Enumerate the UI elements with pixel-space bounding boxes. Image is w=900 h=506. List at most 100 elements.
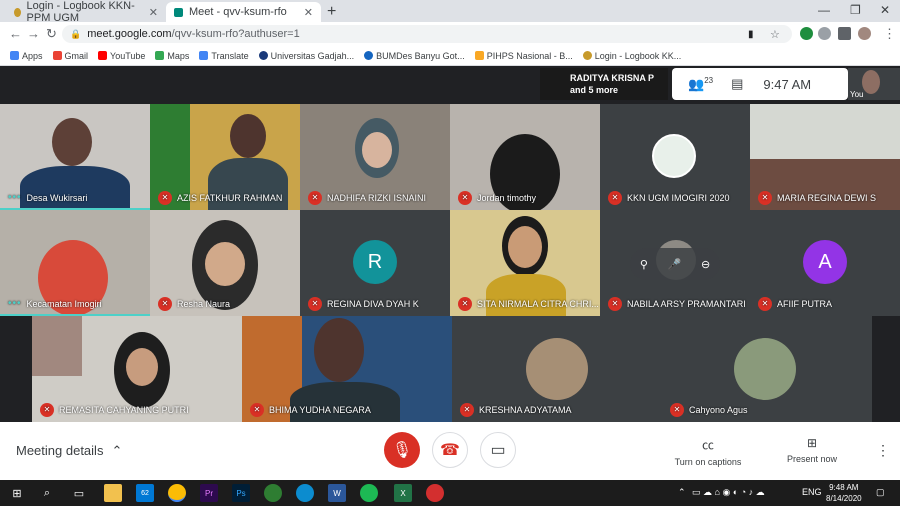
- windows-start-icon[interactable]: ⊞: [8, 484, 26, 502]
- taskbar-date: 8/14/2020: [826, 494, 862, 503]
- participant-name: ✕ REGINA DIVA DYAH K: [308, 297, 419, 311]
- menu-icon[interactable]: ⋮: [883, 26, 896, 42]
- url-field[interactable]: 🔒 meet.google.com/qvv-ksum-rfo?authuser=…: [62, 25, 792, 43]
- close-icon[interactable]: ✕: [304, 6, 313, 19]
- task-view-icon[interactable]: ▭: [70, 484, 88, 502]
- tab-logbook[interactable]: Login - Logbook KKN-PPM UGM ✕: [6, 0, 166, 24]
- favicon-icon: [14, 7, 21, 17]
- participant-tile[interactable]: ✕ Cahyono Agus: [662, 316, 872, 422]
- bookmark-ugm[interactable]: Universitas Gadjah...: [258, 51, 354, 61]
- mail-icon[interactable]: 62: [136, 484, 154, 502]
- language-indicator[interactable]: ENG: [802, 487, 822, 497]
- participant-tile[interactable]: ••• Desa Wukirsari: [0, 104, 150, 210]
- participant-tile[interactable]: ✕ KKN UGM IMOGIRI 2020: [600, 104, 750, 210]
- ugm-icon: [258, 51, 268, 60]
- search-icon[interactable]: ⌕: [38, 484, 56, 502]
- camera-indicator-icon[interactable]: ▮: [748, 29, 754, 40]
- initial-avatar: A: [803, 240, 847, 284]
- profile-avatar[interactable]: [858, 27, 871, 40]
- new-tab-button[interactable]: +: [327, 3, 336, 21]
- forward-icon[interactable]: →: [27, 26, 40, 41]
- participant-tile[interactable]: ✕ BHIMA YUDHA NEGARA: [242, 316, 452, 422]
- close-window-icon[interactable]: ✕: [880, 3, 890, 17]
- photoshop-icon[interactable]: Ps: [232, 484, 250, 502]
- people-icon: 👥: [688, 76, 705, 92]
- bookmark-youtube[interactable]: YouTube: [98, 51, 145, 61]
- participant-tile[interactable]: ✕ REMASITA CAHYANING PUTRI: [32, 316, 242, 422]
- word-icon[interactable]: W: [328, 484, 346, 502]
- meeting-details-label: Meeting details: [16, 443, 104, 458]
- bookmark-translate[interactable]: Translate: [199, 51, 249, 61]
- tray-chevron-icon[interactable]: ⌃: [678, 487, 686, 498]
- self-view[interactable]: You: [848, 68, 900, 100]
- participant-tile[interactable]: ✕ Jordan timothy: [450, 104, 600, 210]
- edge-icon[interactable]: [296, 484, 314, 502]
- file-explorer-icon[interactable]: [104, 484, 122, 502]
- participant-video: [126, 348, 158, 386]
- participant-tile[interactable]: ✕ MARIA REGINA DEWI S: [750, 104, 900, 210]
- camera-icon: ▭: [490, 442, 506, 459]
- participant-tile[interactable]: ••• Kecamatan Imogiri: [0, 210, 150, 316]
- participant-tile[interactable]: ✕ SITA NIRMALA CITRA CHRI...: [450, 210, 600, 316]
- mute-icon[interactable]: 🎤: [668, 258, 682, 271]
- extension-icon[interactable]: [818, 27, 831, 40]
- participant-tile[interactable]: ✕ AZIS FATKHUR RAHMAN: [150, 104, 300, 210]
- mic-off-icon: ✕: [458, 297, 472, 311]
- bookmark-gmail[interactable]: Gmail: [52, 51, 88, 61]
- tray-icons[interactable]: ▭ ☁ ⌂ ◉ ◐ ◔ ♪ ☁: [692, 487, 765, 498]
- back-icon[interactable]: ←: [9, 26, 22, 41]
- more-options-icon[interactable]: ⋮: [876, 442, 890, 459]
- self-avatar: [862, 70, 880, 94]
- taskbar-time: 9:48 AM: [829, 483, 859, 492]
- spotify-icon[interactable]: [360, 484, 378, 502]
- minimize-icon[interactable]: —: [818, 3, 830, 17]
- notification-icon[interactable]: ▢: [876, 487, 885, 498]
- youtube-icon: [98, 51, 108, 60]
- captions-button[interactable]: ㏄ Turn on captions: [672, 436, 744, 467]
- puzzle-icon[interactable]: [838, 27, 851, 40]
- bookmark-bumdes[interactable]: BUMDes Banyu Got...: [364, 51, 465, 61]
- restore-icon[interactable]: ❐: [850, 3, 861, 17]
- participant-tile[interactable]: ✕ NADHIFA RIZKI ISNAINI: [300, 104, 450, 210]
- leave-call-button[interactable]: ☎: [432, 432, 468, 468]
- meeting-details-button[interactable]: Meeting details ⌃: [16, 443, 122, 459]
- participant-tile[interactable]: ✕ KRESHNA ADYATAMA: [452, 316, 662, 422]
- kkn-logo-avatar: [652, 134, 696, 178]
- url-host: meet.google.com: [87, 28, 172, 40]
- bookmark-apps[interactable]: Apps: [10, 51, 43, 61]
- participant-tile[interactable]: ⚲ 🎤 ⊖ ✕ NABILA ARSY PRAMANTARI: [600, 210, 750, 316]
- premiere-icon[interactable]: Pr: [200, 484, 218, 502]
- star-icon[interactable]: ☆: [770, 28, 780, 41]
- presenting-indicator[interactable]: RADITYA KRISNA P and 5 more: [540, 68, 668, 100]
- participant-tile[interactable]: A ✕ AFIIF PUTRA: [750, 210, 900, 316]
- extension-icon[interactable]: [800, 27, 813, 40]
- present-now-button[interactable]: ⊞ Present now: [780, 436, 844, 464]
- people-button[interactable]: 👥23: [688, 76, 713, 92]
- participant-tile[interactable]: ✕ Resha Naura: [150, 210, 300, 316]
- chrome-icon[interactable]: [168, 484, 186, 502]
- mic-toggle-button[interactable]: 🎙: [384, 432, 420, 468]
- apps-icon: [10, 51, 19, 60]
- bookmark-pihps[interactable]: PIHPS Nasional - B...: [474, 51, 573, 61]
- tile-hover-controls: ⚲ 🎤 ⊖: [630, 248, 720, 280]
- participant-avatar: [734, 338, 796, 400]
- chat-icon[interactable]: ▤: [731, 76, 743, 92]
- app-icon[interactable]: [264, 484, 282, 502]
- camera-toggle-button[interactable]: ▭: [480, 432, 516, 468]
- pin-icon[interactable]: ⚲: [640, 258, 648, 271]
- tab-meet[interactable]: Meet - qvv-ksum-rfo ✕: [166, 2, 321, 22]
- mail-badge: 62: [141, 489, 149, 497]
- reload-icon[interactable]: ↻: [46, 26, 57, 42]
- close-icon[interactable]: ✕: [149, 6, 158, 19]
- bookmark-logbook[interactable]: Login - Logbook KK...: [582, 51, 681, 61]
- bookmark-maps[interactable]: Maps: [155, 51, 189, 61]
- remove-icon[interactable]: ⊖: [701, 258, 710, 271]
- meeting-info-pill: 👥23 ▤ 9:47 AM: [672, 68, 848, 100]
- present-label: Present now: [786, 454, 838, 464]
- mic-off-icon: ✕: [608, 191, 622, 205]
- participant-tile[interactable]: R ✕ REGINA DIVA DYAH K: [300, 210, 450, 316]
- opera-icon[interactable]: [426, 484, 444, 502]
- excel-icon[interactable]: X: [394, 484, 412, 502]
- taskbar-clock[interactable]: 9:48 AM 8/14/2020: [826, 482, 862, 504]
- mic-off-icon: ✕: [308, 191, 322, 205]
